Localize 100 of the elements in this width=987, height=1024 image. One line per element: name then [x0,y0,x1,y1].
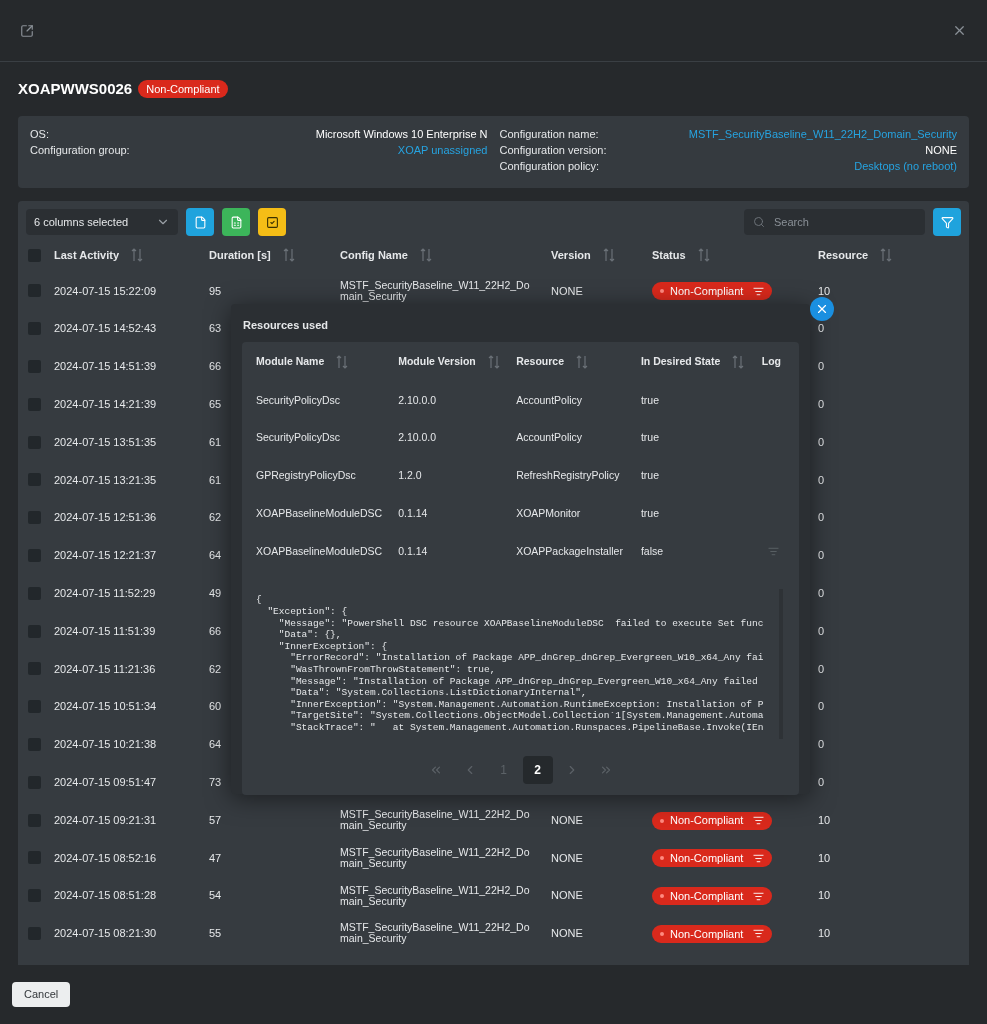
column-header[interactable]: Status [652,246,686,264]
list-icon[interactable] [753,815,765,827]
table-cell: 0 [818,435,825,448]
table-cell: 49 [209,587,222,599]
table-cell: 2024-07-15 09:21:31 [54,813,157,826]
column-header[interactable]: Module Version [398,353,476,370]
column-header[interactable]: Module Name [256,353,325,370]
sort-icon[interactable] [336,354,349,369]
table-cell: MSTF_SecurityBaseline_W11_22H2_Domain_Security [340,278,530,302]
list-icon[interactable] [753,285,765,297]
filter-button[interactable] [933,208,961,236]
column-header[interactable]: Config Name [340,246,408,264]
table-cell: 2024-07-15 11:52:29 [54,587,156,599]
table-cell: 2024-07-15 13:21:35 [54,473,157,486]
table-cell: false [640,544,664,557]
list-icon[interactable] [753,890,765,902]
table-cell: 0 [818,587,825,599]
table-cell: 2.10.0.0 [398,393,437,406]
column-header[interactable]: Duration [s] [209,246,271,264]
table-cell: 0 [818,624,825,637]
table-cell: NONE [551,927,583,940]
info-link[interactable]: XOAP unassigned [397,141,488,159]
table-cell: 66 [209,360,222,373]
info-link[interactable]: MSTF_SecurityBaseline_W11_22H2_Domain_Security [688,125,957,143]
page-button[interactable]: 2 [522,756,553,785]
table-cell: 0 [818,473,825,486]
column-header[interactable]: Resource [818,246,869,264]
export-spreadsheet-button[interactable] [222,208,250,236]
column-header[interactable]: Last Activity [54,246,119,264]
table-cell: AccountPolicy [516,393,583,406]
status-badge[interactable]: Non-Compliant [652,849,773,868]
cancel-button[interactable]: Cancel [12,982,71,1007]
list-icon[interactable] [753,928,765,940]
status-badge[interactable]: Non-Compliant [652,887,773,906]
table-cell: 2024-07-15 08:21:30 [54,927,157,940]
table-cell: 0 [818,662,825,675]
table-cell: 0 [818,398,825,411]
table-cell: 61 [209,473,222,486]
table-cell: true [640,393,659,406]
table-cell: 2024-07-15 12:21:37 [54,549,157,562]
list-icon[interactable] [753,852,765,864]
sort-icon[interactable] [282,248,295,262]
status-badge[interactable]: Non-Compliant [652,811,773,830]
column-header[interactable]: In Desired State [640,353,721,370]
checklist-button[interactable] [258,208,286,236]
file-icon [193,215,207,229]
status-badge: Non-Compliant [138,80,228,98]
column-header[interactable]: Resource [516,353,564,370]
table-cell: 2024-07-15 10:51:34 [54,700,157,713]
table-cell: true [640,431,659,444]
info-label: Configuration group: [30,142,130,158]
table-cell: 47 [209,851,222,864]
column-header[interactable]: Log [761,353,782,370]
table-cell: 0 [818,511,825,524]
sort-icon[interactable] [419,248,432,262]
square-arrow-icon[interactable] [20,23,34,38]
popup-title: Resources used [242,318,329,333]
table-cell: 2024-07-15 11:21:36 [54,662,156,675]
export-file-button[interactable] [186,208,214,236]
sort-icon[interactable] [880,248,893,262]
table-cell: 61 [209,435,222,448]
info-label: Configuration policy: [499,158,600,174]
table-cell: 65 [209,398,222,411]
status-label: Non-Compliant [670,284,744,300]
sort-icon[interactable] [732,354,745,369]
table-cell: SecurityPolicyDsc [256,393,341,406]
table-cell: 0.1.14 [398,506,428,519]
spreadsheet-icon [229,215,243,229]
close-button[interactable] [810,297,834,321]
sort-icon[interactable] [602,248,615,262]
table-cell: 64 [209,549,222,562]
table-cell: 57 [209,813,222,826]
table-cell: 0 [818,549,825,562]
table-cell: 10 [818,851,831,864]
table-cell: 2024-07-15 15:22:09 [54,284,157,297]
columns-dropdown[interactable]: 6 columns selected [26,209,178,235]
table-cell: MSTF_SecurityBaseline_W11_22H2_Domain_Security [340,808,530,832]
table-cell: RefreshRegistryPolicy [516,469,620,482]
table-cell: MSTF_SecurityBaseline_W11_22H2_Domain_Security [340,883,530,907]
info-value: NONE [925,142,957,158]
table-cell: 95 [209,284,222,297]
table-cell: 63 [209,322,222,335]
status-label: Non-Compliant [670,813,744,829]
info-link[interactable]: Desktops (no reboot) [854,157,957,175]
status-badge[interactable]: Non-Compliant [652,924,773,943]
sort-icon[interactable] [131,248,143,262]
table-cell: NONE [551,851,583,864]
sort-icon[interactable] [697,248,710,262]
status-badge[interactable]: Non-Compliant [652,282,773,301]
log-text: { "Exception": { "Message": "PowerShell DSC resource XOAPBaselineModuleDSC failed to execute Set func "Data": {}, "InnerException": { "ErrorRecord": "Installation of Package APP_dnGrep_dnGrep_Evergreen_W10_x64_Any fai "WasThrownFromThrowStatement": true, "Message": "Installation of Package APP_dnGrep_dnGrep_Evergreen_W10_x64_Any failed "Data": "System.Collections.ListDictionaryInternal", "InnerException": "System.Management.Automation.RuntimeException: Installation of P "TargetSite": "System.Collections.ObjectModel.Collection`1[System.Management.Automa "StackTrace": " at System.Management.Automation.Runspaces.PipelineBase.Invoke(IEn [256,594,765,734]
table-cell: 2.10.0.0 [398,431,437,444]
table-cell: 66 [209,624,222,637]
column-header[interactable]: Version [551,246,591,264]
log-icon[interactable] [767,546,779,558]
table-cell: 0.1.14 [398,544,428,557]
table-cell: 0 [818,738,825,751]
sort-icon[interactable] [576,354,588,369]
sort-icon[interactable] [487,354,500,369]
search-field[interactable]: Search [744,209,925,235]
close-icon[interactable] [952,23,967,38]
